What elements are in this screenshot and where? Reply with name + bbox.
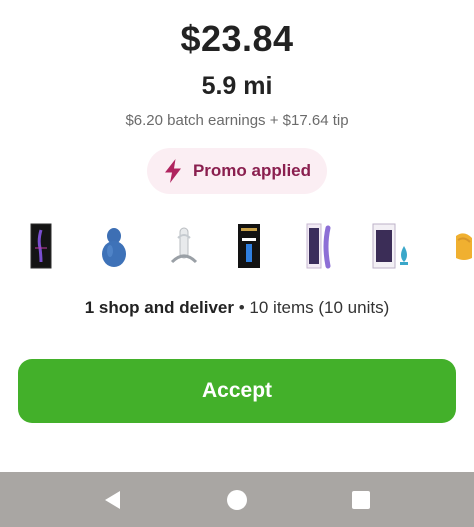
product-thumbnail [30, 223, 52, 269]
product-thumbnail [102, 228, 126, 267]
recents-square-icon [352, 490, 370, 509]
batch-item-count: 10 items (10 units) [249, 298, 390, 317]
offer-distance: 5.9 mi [201, 72, 273, 100]
accept-button[interactable]: Accept [18, 359, 456, 423]
offer-content: $23.84 5.9 mi $6.20 batch earnings + $17… [0, 0, 474, 472]
offer-amount: $23.84 [180, 18, 294, 59]
earnings-breakdown: $6.20 batch earnings + $17.64 tip [125, 112, 349, 129]
home-circle-icon [227, 489, 247, 510]
product-thumbnail [170, 227, 198, 264]
promo-label: Promo applied [192, 161, 312, 180]
summary-separator: • [234, 298, 250, 317]
batch-summary: 1 shop and deliver • 10 items (10 units) [0, 298, 474, 318]
lightning-bolt-icon [164, 159, 181, 183]
product-thumbnails [0, 218, 474, 274]
android-navigation-bar [0, 472, 474, 527]
back-triangle-icon [105, 490, 120, 509]
batch-offer-screen: $23.84 5.9 mi $6.20 batch earnings + $17… [0, 0, 474, 527]
product-thumbnail [238, 224, 260, 268]
promo-badge: Promo applied [147, 148, 327, 194]
batch-type: 1 shop and deliver [84, 298, 234, 317]
product-thumbnail [306, 223, 331, 269]
product-thumbnail [372, 223, 408, 269]
nav-back-button[interactable] [84, 472, 140, 527]
nav-recents-button[interactable] [333, 472, 389, 527]
product-thumbnail [456, 233, 472, 260]
nav-home-button[interactable] [209, 472, 265, 527]
